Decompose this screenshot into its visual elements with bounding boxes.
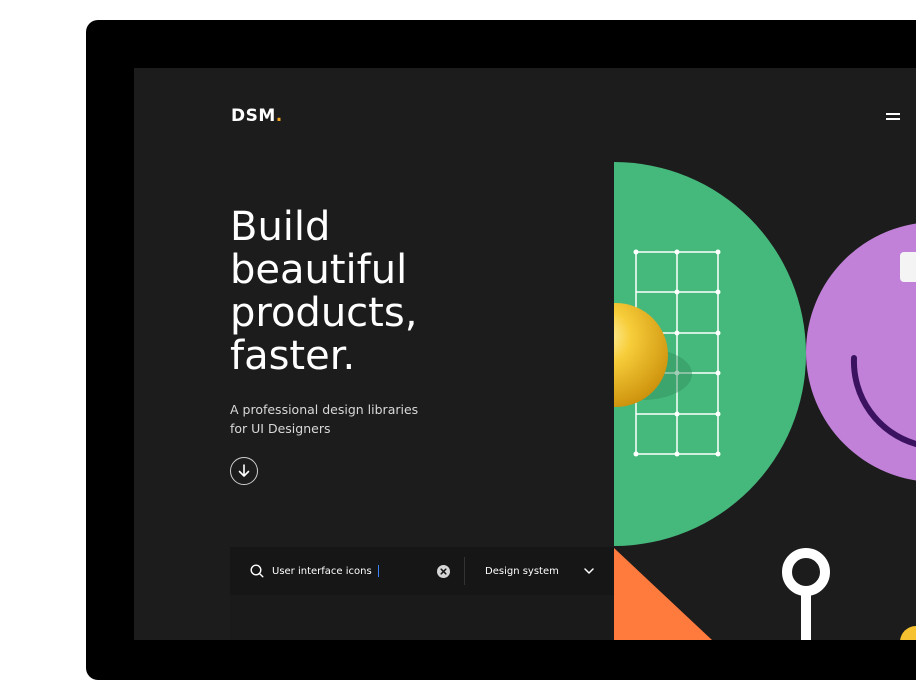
hero-title-line: beautiful: [230, 247, 408, 293]
search-results-panel: [230, 595, 614, 640]
hero-subtitle-line: for UI Designers: [230, 421, 331, 436]
hero-subtitle: A professional design libraries for UI D…: [230, 400, 450, 438]
hamburger-icon: [886, 113, 900, 115]
purple-circle-shape: [806, 223, 916, 481]
hero-title-line: faster.: [230, 333, 356, 379]
search-icon: [250, 564, 264, 578]
clear-search-button[interactable]: [437, 564, 450, 578]
brand-name: DSM: [231, 106, 276, 126]
text-caret: [377, 565, 380, 577]
hamburger-icon-line: [886, 118, 900, 120]
hero-title-line: products,: [230, 290, 418, 336]
scroll-down-button[interactable]: [230, 457, 258, 485]
category-dropdown-value: Design system: [485, 565, 559, 577]
brand-logo[interactable]: DSM.: [231, 106, 283, 126]
hero-subtitle-line: A professional design libraries: [230, 402, 419, 417]
yellow-corner-shape: [900, 626, 916, 640]
search-field[interactable]: User interface icons: [230, 547, 464, 595]
website-screen: DSM. Build beautiful products, faster. A…: [134, 68, 916, 640]
category-dropdown[interactable]: Design system: [465, 547, 614, 595]
brand-dot: .: [275, 106, 283, 126]
menu-button[interactable]: [886, 110, 904, 124]
hero-title-line: Build: [230, 204, 331, 250]
purple-tag-shape: [900, 252, 916, 282]
close-circle-icon: [437, 564, 450, 578]
chevron-down-icon: [584, 568, 594, 574]
search-input[interactable]: User interface icons: [272, 566, 372, 577]
search-bar: User interface icons Design system: [230, 547, 614, 595]
hero-title: Build beautiful products, faster.: [230, 206, 530, 378]
arrow-down-icon: [238, 464, 250, 477]
key-stem-shape: [801, 590, 811, 640]
orange-triangle-shape: [614, 548, 712, 640]
key-ring-shape: [782, 548, 830, 596]
hero-illustration: [614, 162, 916, 640]
